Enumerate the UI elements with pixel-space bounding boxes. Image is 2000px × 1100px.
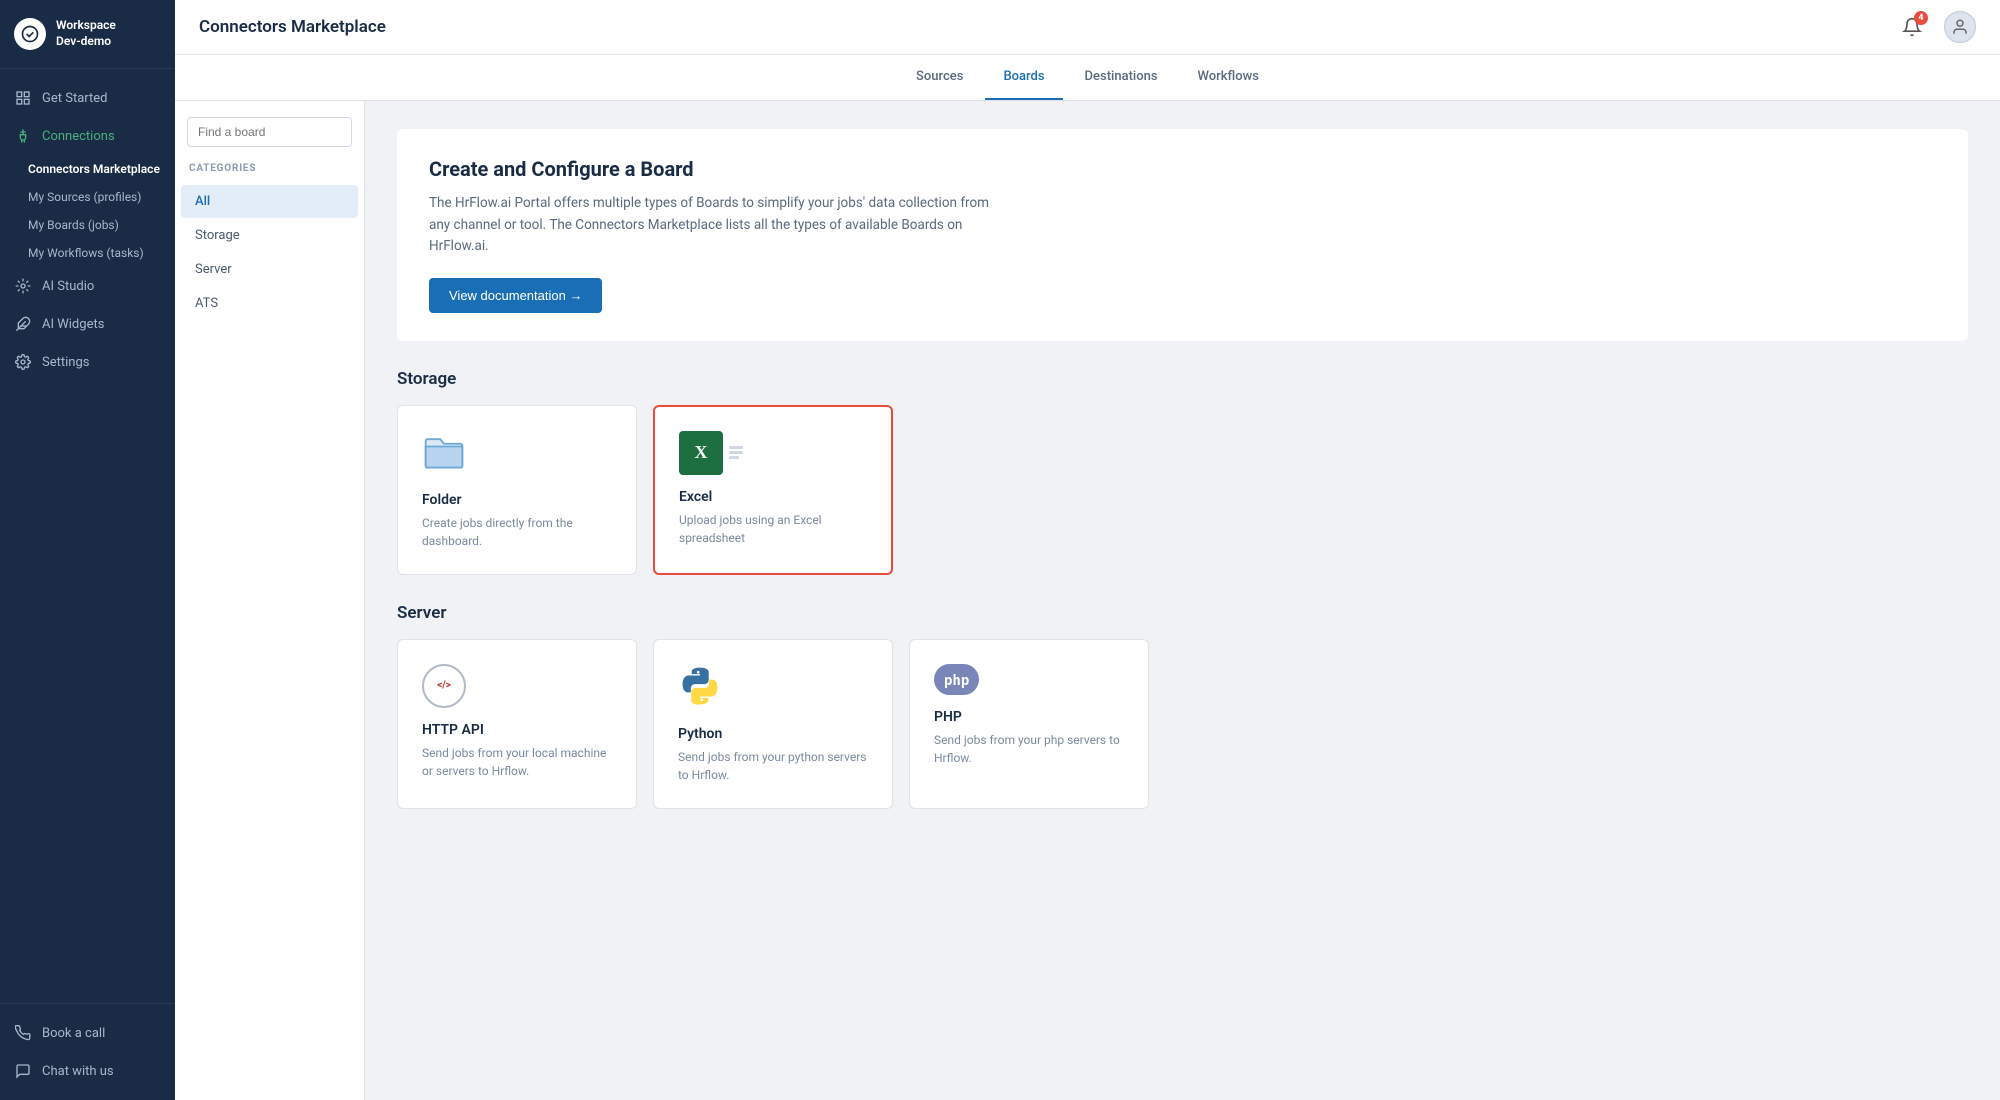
gear-icon (14, 353, 32, 371)
storage-section: Storage Folder Create jobs directly from… (397, 369, 1968, 575)
tab-boards[interactable]: Boards (985, 55, 1062, 100)
sidebar-nav: Get Started Connections Connectors Marke… (0, 69, 175, 1003)
category-server[interactable]: Server (181, 253, 358, 286)
sidebar-subitem-my-workflows[interactable]: My Workflows (tasks) (0, 239, 175, 267)
folder-card-title: Folder (422, 492, 612, 508)
avatar-button[interactable] (1944, 11, 1976, 43)
tabs-bar: Sources Boards Destinations Workflows (175, 55, 2000, 101)
sidebar-subitem-my-sources[interactable]: My Sources (profiles) (0, 183, 175, 211)
excel-icon: X (679, 431, 867, 475)
sidebar-item-get-started[interactable]: Get Started (0, 79, 175, 117)
sidebar-label-settings: Settings (42, 355, 89, 370)
python-card-desc: Send jobs from your python servers to Hr… (678, 748, 868, 784)
plug-icon (14, 127, 32, 145)
sidebar-label-connections: Connections (42, 129, 115, 144)
main-content: Connectors Marketplace 4 Sources Boards … (175, 0, 2000, 1100)
list-icon (14, 89, 32, 107)
folder-card-desc: Create jobs directly from the dashboard. (422, 514, 612, 550)
sidebar-item-settings[interactable]: Settings (0, 343, 175, 381)
brain-icon (14, 277, 32, 295)
sidebar-label-book-call: Book a call (42, 1026, 105, 1041)
card-http-api[interactable]: </> HTTP API Send jobs from your local m… (397, 639, 637, 809)
content-area: CATEGORIES All Storage Server ATS Create… (175, 101, 2000, 1100)
sidebar-subitem-my-boards[interactable]: My Boards (jobs) (0, 211, 175, 239)
http-api-icon: </> (422, 664, 612, 708)
storage-section-title: Storage (397, 369, 1968, 389)
excel-card-title: Excel (679, 489, 867, 505)
php-card-title: PHP (934, 709, 1124, 725)
php-text: php (944, 673, 969, 689)
card-excel[interactable]: X Excel Upload jobs using an Excel sprea (653, 405, 893, 575)
tab-sources[interactable]: Sources (898, 55, 981, 100)
sidebar-label-get-started: Get Started (42, 91, 107, 106)
search-input[interactable] (187, 117, 352, 147)
left-panel: CATEGORIES All Storage Server ATS (175, 101, 365, 1100)
sidebar-item-chat[interactable]: Chat with us (0, 1052, 175, 1090)
page-title: Connectors Marketplace (199, 17, 386, 37)
python-icon (678, 664, 868, 712)
card-python[interactable]: Python Send jobs from your python server… (653, 639, 893, 809)
header-actions: 4 (1896, 11, 1976, 43)
intro-description: The HrFlow.ai Portal offers multiple typ… (429, 193, 989, 258)
sidebar-label-chat: Chat with us (42, 1064, 114, 1079)
card-php[interactable]: php PHP Send jobs from your php servers … (909, 639, 1149, 809)
workspace-name-line2: Dev-demo (56, 34, 116, 50)
logo-icon (14, 18, 46, 50)
tab-workflows[interactable]: Workflows (1180, 55, 1277, 100)
sidebar-item-book-call[interactable]: Book a call (0, 1014, 175, 1052)
excel-card-desc: Upload jobs using an Excel spreadsheet (679, 511, 867, 547)
http-api-card-desc: Send jobs from your local machine or ser… (422, 744, 612, 780)
view-documentation-button[interactable]: View documentation → (429, 278, 602, 313)
sidebar-item-ai-widgets[interactable]: AI Widgets (0, 305, 175, 343)
http-api-card-title: HTTP API (422, 722, 612, 738)
header: Connectors Marketplace 4 (175, 0, 2000, 55)
category-ats[interactable]: ATS (181, 287, 358, 320)
sidebar-label-ai-widgets: AI Widgets (42, 317, 104, 332)
php-icon: php (934, 664, 1124, 695)
category-storage[interactable]: Storage (181, 219, 358, 252)
user-icon (1951, 18, 1969, 36)
workspace-name-line1: Workspace (56, 18, 116, 34)
sidebar-footer: Book a call Chat with us (0, 1003, 175, 1100)
phone-icon (14, 1024, 32, 1042)
storage-cards-grid: Folder Create jobs directly from the das… (397, 405, 1968, 575)
excel-x-letter: X (695, 442, 708, 463)
notification-badge: 4 (1914, 11, 1928, 25)
server-section-title: Server (397, 603, 1968, 623)
python-card-title: Python (678, 726, 868, 742)
sidebar: Workspace Dev-demo Get Started Connectio… (0, 0, 175, 1100)
server-section: Server </> HTTP API Send jobs from your … (397, 603, 1968, 809)
puzzle-icon (14, 315, 32, 333)
php-card-desc: Send jobs from your php servers to Hrflo… (934, 731, 1124, 767)
chat-icon (14, 1062, 32, 1080)
search-wrap (175, 117, 364, 163)
sidebar-label-ai-studio: AI Studio (42, 279, 94, 294)
categories-label: CATEGORIES (175, 163, 364, 184)
category-all[interactable]: All (181, 185, 358, 218)
tab-destinations[interactable]: Destinations (1067, 55, 1176, 100)
card-folder[interactable]: Folder Create jobs directly from the das… (397, 405, 637, 575)
intro-section: Create and Configure a Board The HrFlow.… (397, 129, 1968, 341)
sidebar-item-connections[interactable]: Connections (0, 117, 175, 155)
main-scroll: Create and Configure a Board The HrFlow.… (365, 101, 2000, 1100)
notification-button[interactable]: 4 (1896, 11, 1928, 43)
folder-icon (422, 430, 612, 478)
server-cards-grid: </> HTTP API Send jobs from your local m… (397, 639, 1968, 809)
sidebar-subnav: Connectors Marketplace My Sources (profi… (0, 155, 175, 267)
intro-title: Create and Configure a Board (429, 157, 1936, 181)
sidebar-item-ai-studio[interactable]: AI Studio (0, 267, 175, 305)
sidebar-subitem-connectors-marketplace[interactable]: Connectors Marketplace (0, 155, 175, 183)
workspace-logo[interactable]: Workspace Dev-demo (0, 0, 175, 69)
